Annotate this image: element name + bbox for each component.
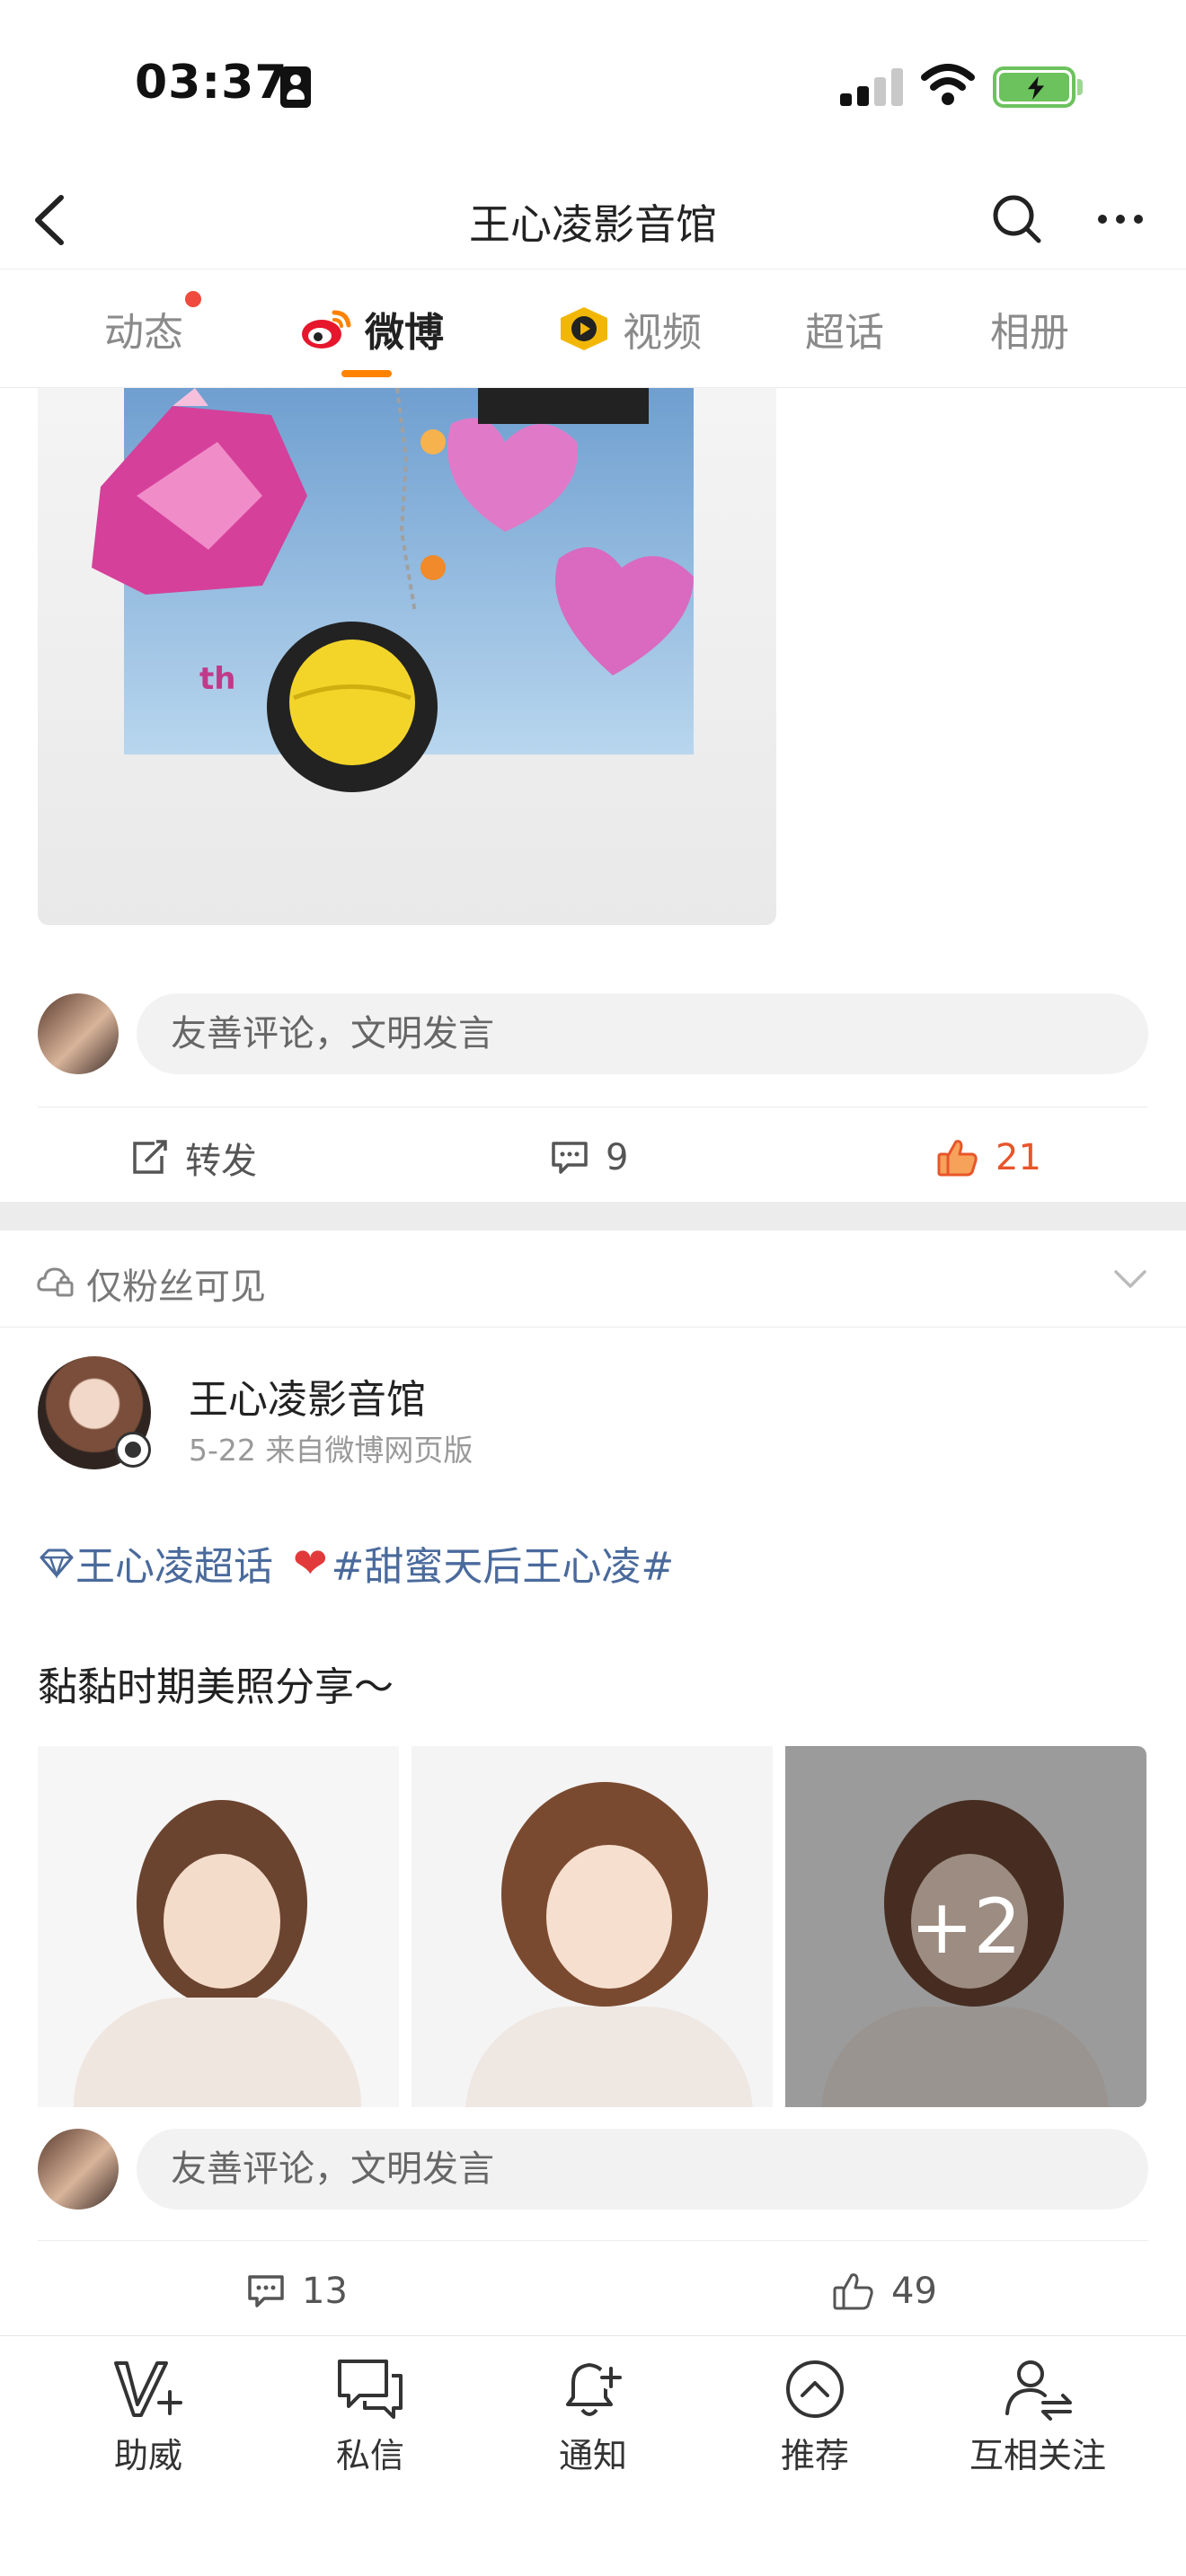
avatar[interactable] (38, 2129, 119, 2210)
status-bar: 03:37 (0, 0, 1186, 171)
cellular-signal-icon (840, 66, 905, 106)
comment-button[interactable]: 13 (246, 2241, 348, 2335)
tab-label: 动态 (104, 310, 183, 356)
notification-button[interactable]: 通知 (490, 2356, 696, 2491)
post-author: 王心凌影音馆 5-22 来自微博网页版 (38, 1356, 1148, 1473)
visibility-label: 仅粉丝可见 (86, 1266, 266, 1308)
lock-cloud-icon (37, 1267, 74, 1297)
feed[interactable]: th 友善评论，文明发言 转发 9 21 仅粉丝可见 王心凌影音馆 5-22 来… (0, 388, 1186, 2335)
up-circle-icon (786, 2360, 844, 2418)
supertopic-link[interactable]: 王心凌超话 (75, 1534, 273, 1592)
heart-emoji-icon: ❤ (293, 1539, 328, 1587)
focus-contact-icon (280, 66, 311, 108)
post-actions: 13 49 (38, 2240, 1148, 2335)
hashtag-link[interactable]: #甜蜜天后王心凌# (332, 1534, 675, 1592)
recommend-button[interactable]: 推荐 (712, 2356, 918, 2491)
comment-count: 13 (302, 2271, 348, 2312)
cheer-button[interactable]: 助威 (45, 2356, 252, 2491)
supertopic-diamond-icon (40, 1548, 74, 1579)
notification-label: 通知 (558, 2436, 627, 2475)
tab-label: 超话 (805, 310, 884, 356)
tab-video[interactable]: 视频 (539, 269, 719, 388)
visibility-bar[interactable]: 仅粉丝可见 (0, 1231, 1186, 1328)
tab-dynamics[interactable]: 动态 (72, 269, 216, 388)
active-tab-indicator (341, 370, 392, 377)
mutual-follow-button[interactable]: 互相关注 (934, 2356, 1141, 2491)
more-photos-overlay[interactable]: +2 (785, 1746, 1146, 2107)
avatar[interactable] (38, 993, 119, 1074)
tab-album[interactable]: 相册 (958, 269, 1102, 388)
more-photos-count: +2 (910, 1883, 1022, 1971)
photo-grid: +2 (38, 1746, 1152, 2109)
comment-input[interactable]: 友善评论，文明发言 (137, 993, 1148, 1074)
like-button[interactable]: 49 (832, 2241, 937, 2335)
more-icon[interactable] (1092, 190, 1149, 248)
comment-count: 9 (606, 1137, 629, 1178)
tab-label: 微博 (365, 310, 444, 356)
pixel-art-artwork: th (92, 388, 694, 792)
search-icon[interactable] (988, 190, 1046, 248)
video-play-icon (561, 307, 607, 350)
wifi-icon (921, 64, 975, 105)
svg-text:th: th (199, 661, 235, 697)
like-button[interactable]: 21 (936, 1107, 1041, 1208)
comment-button[interactable]: 9 (550, 1107, 628, 1208)
recommend-label: 推荐 (780, 2436, 849, 2475)
repost-button[interactable]: 转发 (129, 1107, 257, 1208)
v-plus-icon (114, 2361, 182, 2417)
bottom-toolbar: 助威 私信 通知 推荐 互相关注 (0, 2335, 1186, 2576)
chevron-down-icon[interactable] (1112, 1263, 1148, 1295)
like-count: 21 (996, 1137, 1041, 1178)
comment-input[interactable]: 友善评论，文明发言 (137, 2129, 1148, 2210)
message-label: 私信 (335, 2436, 404, 2475)
tab-label: 相册 (990, 310, 1069, 356)
weibo-logo-icon (302, 310, 351, 348)
verified-badge-icon (115, 1432, 151, 1468)
photo-thumbnail[interactable] (412, 1746, 773, 2107)
photo-thumbnail[interactable] (38, 1746, 399, 2107)
post-meta: 5-22 来自微博网页版 (189, 1433, 474, 1468)
repost-icon (133, 1140, 167, 1174)
post-card: th 友善评论，文明发言 转发 9 21 (0, 388, 1186, 1202)
tab-supertopic[interactable]: 超话 (773, 269, 916, 388)
mutual-follow-label: 互相关注 (969, 2436, 1106, 2475)
comment-row: 友善评论，文明发言 (38, 993, 1148, 1074)
comment-icon (248, 2275, 284, 2307)
cheer-label: 助威 (113, 2436, 182, 2475)
mutual-follow-icon (1005, 2360, 1072, 2421)
thumbs-up-filled-icon (937, 1140, 978, 1177)
profile-tabs: 动态 微博 视频 超话 相册 (0, 269, 1186, 388)
new-update-dot (185, 291, 201, 307)
author-name[interactable]: 王心凌影音馆 (189, 1367, 426, 1425)
comment-row: 友善评论，文明发言 (38, 2129, 1148, 2210)
post-actions: 转发 9 21 (38, 1107, 1148, 1207)
repost-label: 转发 (185, 1141, 257, 1182)
nav-bar: 王心凌影音馆 (0, 171, 1186, 269)
comment-icon (552, 1142, 588, 1174)
like-count: 49 (891, 2271, 937, 2312)
message-button[interactable]: 私信 (267, 2356, 474, 2491)
card-separator (0, 1202, 1186, 1231)
bell-plus-icon (566, 2363, 624, 2416)
status-time: 03:37 (135, 56, 288, 110)
chat-bubbles-icon (338, 2360, 403, 2419)
thumbs-up-icon (833, 2273, 873, 2310)
tab-label: 视频 (623, 310, 702, 356)
post-tags: 王心凌超话 ❤ #甜蜜天后王心凌# (38, 1534, 674, 1592)
battery-icon (993, 66, 1075, 108)
post-text: 黏黏时期美照分享～ (38, 1664, 394, 1710)
battery-cap (1077, 79, 1083, 95)
post-card: 仅粉丝可见 王心凌影音馆 5-22 来自微博网页版 王心凌超话 ❤ #甜蜜天后王… (0, 1231, 1186, 2335)
post-image[interactable]: th (38, 388, 776, 925)
photo-thumbnail[interactable]: +2 (785, 1746, 1146, 2107)
